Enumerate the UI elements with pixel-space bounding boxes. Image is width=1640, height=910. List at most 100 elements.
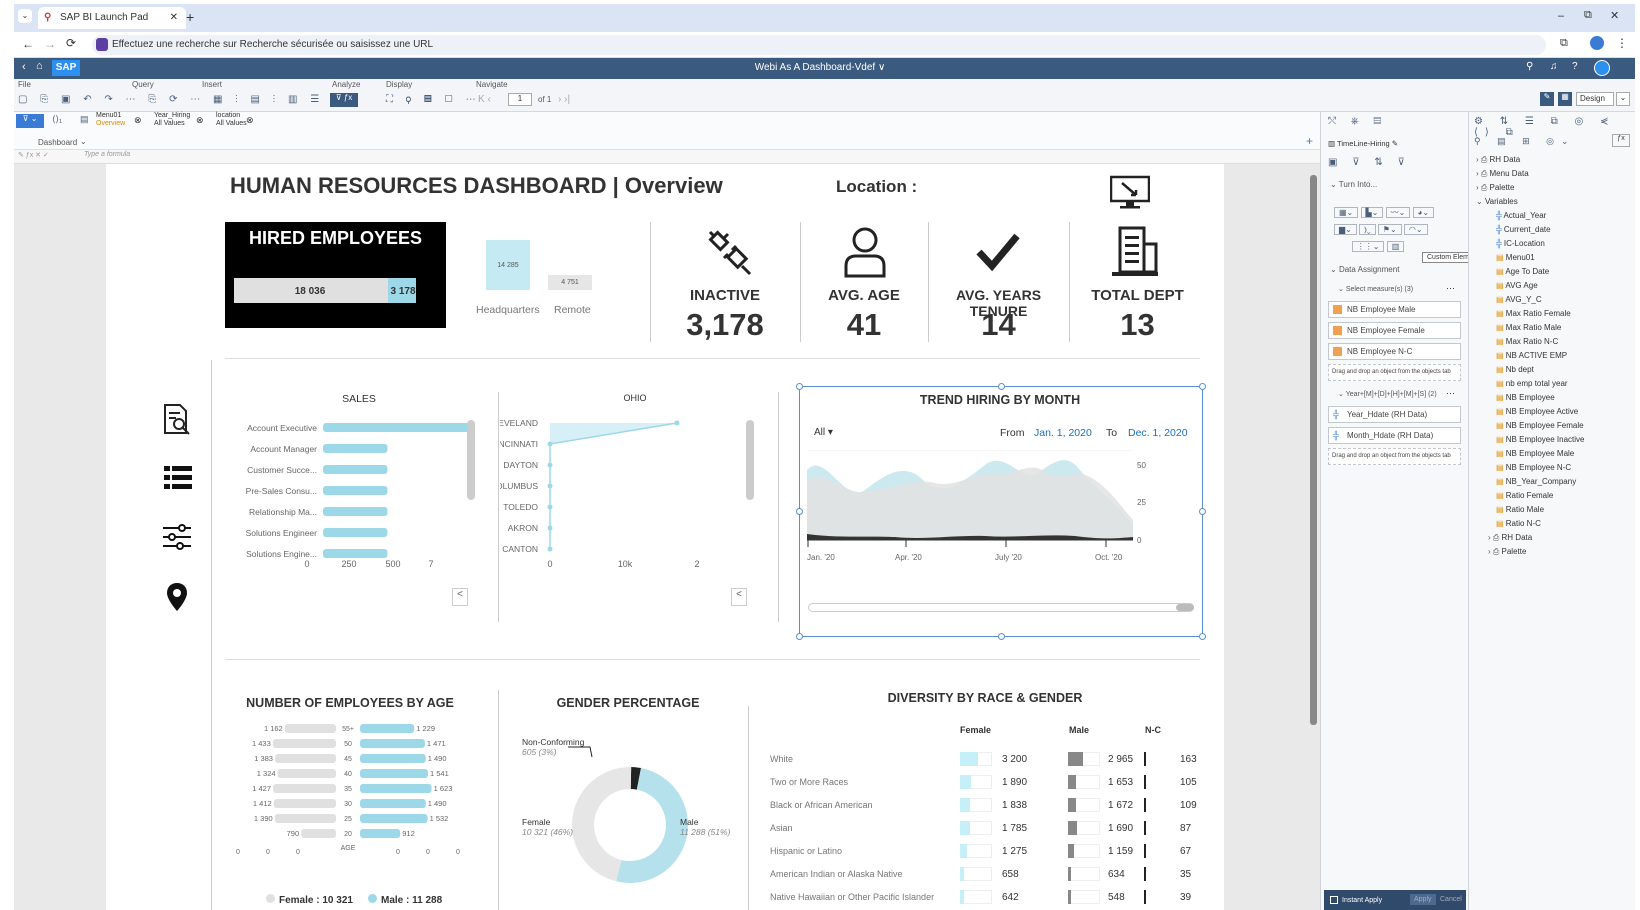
- page-input[interactable]: 1: [508, 93, 532, 106]
- control-year[interactable]: Year_Hiring All Values: [154, 112, 190, 128]
- toolbar-icons-row[interactable]: ▢ ⎘ ▣ ↶ ↷ ⋯ ⎘ ⟳ ⋯ ▦ ⫶ ▤ ⫶ ▥ ☰ ⋯: [18, 94, 578, 105]
- reload-icon[interactable]: ⟳: [66, 36, 76, 50]
- tab-dashboard[interactable]: Dashboard: [38, 138, 77, 147]
- tree-measure[interactable]: ▤ NB Employee N-C: [1476, 461, 1631, 475]
- objects-toolbar[interactable]: ⚲ ▤ ⊞ ◎⌄: [1474, 136, 1576, 147]
- filter-button[interactable]: ⊽ ⌄: [16, 114, 44, 128]
- dimension-drop-zone[interactable]: Drag and drop an object from the objects…: [1328, 448, 1461, 465]
- extensions-icon[interactable]: ⧉: [1560, 37, 1568, 50]
- search-icon[interactable]: ⚲: [1526, 61, 1533, 72]
- measure-item[interactable]: NB Employee Male: [1328, 301, 1461, 318]
- new-tab-button[interactable]: +: [186, 9, 194, 25]
- list-icon[interactable]: [164, 465, 192, 494]
- filter-toggle-button[interactable]: ⊽ ƒx: [330, 93, 358, 107]
- trend-handle[interactable]: [1199, 383, 1206, 390]
- mode-dropdown-icon[interactable]: ⌄: [1616, 92, 1630, 106]
- turn-into-header[interactable]: ⌄ Turn Into...: [1330, 180, 1377, 189]
- tree-folder[interactable]: › ⎙ RH Data: [1476, 531, 1631, 545]
- formula-editor-button[interactable]: ƒx: [1612, 134, 1630, 147]
- tree-measure[interactable]: ▤ Ratio Male: [1476, 503, 1631, 517]
- age-chart[interactable]: 1 162 1 229 55+ 1 433 1 471 50 1 383 1 490 45 1 3…: [218, 722, 488, 870]
- design-mode-select[interactable]: Design: [1576, 92, 1614, 106]
- trend-handle[interactable]: [796, 508, 803, 515]
- tree-measure[interactable]: ▤ NB Employee: [1476, 391, 1631, 405]
- sap-back-icon[interactable]: ‹: [22, 61, 26, 73]
- ohio-chart[interactable]: CLEVELAND CINCINNATI DAYTON COLUMBUS TOLEDO A…: [500, 415, 750, 605]
- tree-folder[interactable]: › ⎙ Palette: [1476, 545, 1631, 559]
- tree-folder[interactable]: › ⎙ RH Data: [1476, 153, 1631, 167]
- home-icon[interactable]: ⌂: [36, 60, 43, 72]
- formula-icons[interactable]: ✎ ƒx ✕ ✓: [18, 151, 49, 159]
- trend-handle[interactable]: [998, 383, 1005, 390]
- tab-menu-button[interactable]: ⌄: [18, 9, 32, 23]
- menu-analyze[interactable]: Analyze: [332, 80, 360, 89]
- tree-folder[interactable]: › ⎙ Palette: [1476, 181, 1631, 195]
- edit-mode-icon[interactable]: ✎: [1540, 92, 1554, 106]
- add-report-icon[interactable]: +: [1306, 134, 1313, 148]
- location-pin-icon[interactable]: [166, 582, 188, 615]
- report-icon[interactable]: ▤: [80, 114, 89, 125]
- control-location[interactable]: location All Values: [216, 112, 247, 128]
- menu-file[interactable]: File: [18, 80, 31, 89]
- measures-header[interactable]: ⌄ Select measure(s) (3): [1338, 285, 1413, 293]
- trend-chart[interactable]: 50 25 0 Jan. '20 Apr. '20 July '20 Oct. '20: [805, 450, 1200, 598]
- monitor-icon[interactable]: [1109, 175, 1151, 209]
- tree-measure[interactable]: ▤ Ratio N-C: [1476, 517, 1631, 531]
- sliders-icon[interactable]: [162, 522, 192, 555]
- tree-measure[interactable]: ▤ NB Employee Active: [1476, 405, 1631, 419]
- measures-more-icon[interactable]: ⋯: [1446, 283, 1455, 294]
- sales-scroll-left-icon[interactable]: <: [452, 588, 468, 606]
- browser-tab[interactable]: ⚲ SAP BI Launch Pad ✕: [38, 7, 186, 29]
- trend-range-handle[interactable]: [1176, 604, 1194, 611]
- dimension-item[interactable]: ╬ Year_Hdate (RH Data): [1328, 406, 1461, 423]
- trend-handle[interactable]: [796, 383, 803, 390]
- apply-button[interactable]: Apply: [1410, 894, 1436, 905]
- tree-folder[interactable]: ⌄ Variables: [1476, 195, 1631, 209]
- tree-measure[interactable]: ▤ nb emp total year: [1476, 377, 1631, 391]
- panel-tabs[interactable]: ▣ ⊽ ⇅ ⊽: [1328, 157, 1411, 168]
- browser-menu-icon[interactable]: ⋮: [1616, 36, 1628, 50]
- ohio-scrollbar[interactable]: [746, 420, 754, 500]
- control-menu[interactable]: Menu01 Overview: [96, 112, 125, 128]
- tree-measure[interactable]: ▤ Nb dept: [1476, 363, 1631, 377]
- help-icon[interactable]: ?: [1572, 61, 1578, 72]
- trend-to-date[interactable]: Dec. 1, 2020: [1128, 427, 1188, 439]
- menu-insert[interactable]: Insert: [202, 80, 222, 89]
- tree-measure[interactable]: ▤ NB ACTIVE EMP: [1476, 349, 1631, 363]
- view-mode-icon[interactable]: ▦: [1558, 92, 1572, 106]
- close-tab-icon[interactable]: ✕: [170, 7, 178, 29]
- chart-type-grid[interactable]: ▦⌄ ▙⌄ 〰⌄ ◕⌄ ▆⌄ ⦆⌄ ⚑⌄ ◠⌄ ⋮⋮⌄ ▥: [1334, 204, 1458, 255]
- tree-measure[interactable]: ▤ Max Ratio Female: [1476, 307, 1631, 321]
- menu-navigate[interactable]: Navigate: [476, 80, 508, 89]
- close-window-icon[interactable]: ✕: [1610, 9, 1619, 22]
- trend-from-date[interactable]: Jan. 1, 2020: [1034, 427, 1092, 439]
- trend-handle[interactable]: [1199, 508, 1206, 515]
- tree-measure[interactable]: ▤ Menu01: [1476, 251, 1631, 265]
- tree-measure[interactable]: ▤ Max Ratio Male: [1476, 321, 1631, 335]
- variable-icon[interactable]: ⟨⟩₁: [52, 114, 62, 125]
- forward-icon[interactable]: →: [44, 37, 56, 51]
- clear-menu-icon[interactable]: ⊗: [134, 115, 142, 126]
- report-search-icon[interactable]: [162, 403, 192, 438]
- tree-measure[interactable]: ▤ Max Ratio N-C: [1476, 335, 1631, 349]
- display-icons[interactable]: ⛶ ⚲ ▤ ▢ ⋯: [386, 94, 480, 105]
- menu-display[interactable]: Display: [386, 80, 412, 89]
- tree-folder[interactable]: › ⎙ Menu Data: [1476, 167, 1631, 181]
- cancel-button[interactable]: Cancel: [1440, 896, 1462, 903]
- measure-item[interactable]: NB Employee N-C: [1328, 343, 1461, 360]
- trend-handle[interactable]: [998, 633, 1005, 640]
- clear-location-icon[interactable]: ⊗: [246, 115, 254, 126]
- tree-variable[interactable]: ╬ Current_date: [1476, 223, 1631, 237]
- url-input[interactable]: Effectuez une recherche sur Recherche sé…: [92, 35, 1546, 55]
- user-avatar[interactable]: [1594, 60, 1610, 76]
- tree-variable[interactable]: ╬ Actual_Year: [1476, 209, 1631, 223]
- instant-apply-toggle[interactable]: Instant Apply: [1330, 896, 1382, 904]
- measure-item[interactable]: NB Employee Female: [1328, 322, 1461, 339]
- clear-year-icon[interactable]: ⊗: [196, 115, 204, 126]
- back-icon[interactable]: ←: [22, 37, 34, 51]
- tree-measure[interactable]: ▤ NB_Year_Company: [1476, 475, 1631, 489]
- instant-apply-checkbox[interactable]: [1330, 896, 1338, 904]
- formula-input[interactable]: Type a formula: [84, 151, 130, 158]
- tab-dashboard-chevron-icon[interactable]: ⌄: [80, 137, 87, 146]
- tree-measure[interactable]: ▤ AVG Age: [1476, 279, 1631, 293]
